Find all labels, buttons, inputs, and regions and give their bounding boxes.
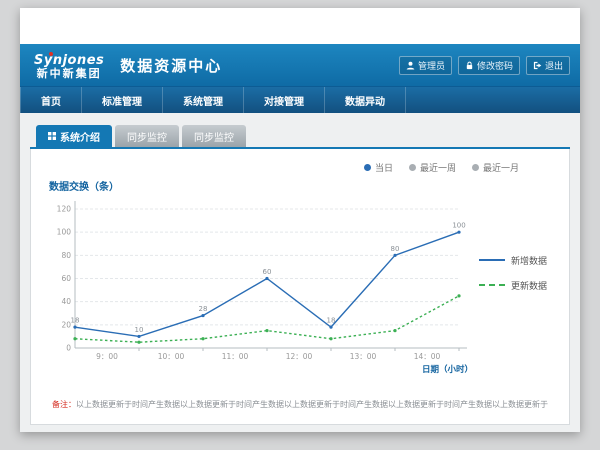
svg-text:28: 28 (199, 305, 208, 313)
content-area: 系统介绍 同步监控 同步监控 当日 最近一周 (20, 113, 580, 432)
y-axis-title: 数据交换（条） (49, 178, 555, 193)
svg-text:9：00: 9：00 (96, 352, 118, 361)
logo: Synjones 新中新集团 (34, 50, 104, 80)
tab-sync-monitor-1[interactable]: 同步监控 (115, 125, 179, 147)
admin-user-button[interactable]: 管理员 (399, 56, 452, 75)
series-legend: 新增数据 更新数据 (479, 254, 547, 292)
grid-icon (48, 132, 56, 140)
svg-text:120: 120 (57, 205, 72, 214)
page-title: 数据资源中心 (120, 55, 222, 76)
svg-text:13：00: 13：00 (350, 352, 377, 361)
footnote-label: 备注： (52, 400, 76, 409)
logout-label: 退出 (545, 59, 563, 72)
svg-text:10：00: 10：00 (158, 352, 185, 361)
svg-text:100: 100 (57, 228, 72, 237)
filter-last-month-label: 最近一月 (483, 161, 519, 174)
lock-icon (465, 61, 474, 70)
series-label-new: 新增数据 (511, 254, 547, 267)
filter-last-week-label: 最近一周 (420, 161, 456, 174)
dot-icon (409, 164, 416, 171)
change-password-button[interactable]: 修改密码 (458, 56, 520, 75)
svg-text:100: 100 (452, 222, 465, 230)
logo-brand-text: Synjones (34, 53, 104, 68)
tab-label: 同步监控 (194, 129, 234, 144)
nav-item-data-change[interactable]: 数据异动 (325, 87, 406, 114)
chart-area: 0204060801001209：0010：0011：0012：0013：001… (45, 193, 555, 378)
logo-brand: Synjones (34, 54, 104, 68)
svg-text:14：00: 14：00 (414, 352, 441, 361)
browser-strip (20, 8, 580, 44)
nav-item-home[interactable]: 首页 (20, 87, 82, 114)
main-nav: 首页 标准管理 系统管理 对接管理 数据异动 (20, 86, 580, 114)
logo-red-dot-icon (49, 52, 53, 56)
footnote-text: 以上数据更新于时间产生数据以上数据更新于时间产生数据以上数据更新于时间产生数据以… (76, 400, 548, 409)
svg-text:0: 0 (66, 344, 71, 353)
series-legend-item-new[interactable]: 新增数据 (479, 254, 547, 267)
svg-text:80: 80 (61, 251, 71, 260)
tab-label: 系统介绍 (60, 129, 100, 144)
svg-text:11：00: 11：00 (222, 352, 249, 361)
change-password-label: 修改密码 (477, 59, 513, 72)
series-legend-item-update[interactable]: 更新数据 (479, 279, 547, 292)
footnote: 备注：以上数据更新于时间产生数据以上数据更新于时间产生数据以上数据更新于时间产生… (43, 399, 557, 410)
svg-text:10: 10 (135, 326, 144, 334)
svg-text:18: 18 (327, 317, 336, 325)
dashed-line-sample-icon (479, 284, 505, 286)
svg-text:80: 80 (391, 245, 400, 253)
filter-last-week[interactable]: 最近一周 (409, 161, 456, 174)
dot-icon (472, 164, 479, 171)
filter-today-label: 当日 (375, 161, 393, 174)
admin-user-label: 管理员 (418, 59, 445, 72)
logout-button[interactable]: 退出 (526, 56, 570, 75)
tab-label: 同步监控 (127, 129, 167, 144)
time-filter-legend: 当日 最近一周 最近一月 (45, 161, 519, 174)
tab-system-intro[interactable]: 系统介绍 (36, 125, 112, 147)
tab-bar: 系统介绍 同步监控 同步监控 (30, 125, 570, 149)
logout-icon (533, 61, 542, 70)
svg-text:60: 60 (263, 268, 272, 276)
svg-text:60: 60 (61, 274, 71, 283)
line-chart: 0204060801001209：0010：0011：0012：0013：001… (45, 193, 475, 378)
logo-subtitle: 新中新集团 (34, 68, 104, 80)
app-header: Synjones 新中新集团 数据资源中心 管理员 修改密码 退出 (20, 44, 580, 86)
filter-today[interactable]: 当日 (364, 161, 393, 174)
svg-text:18: 18 (71, 317, 80, 325)
nav-item-connection-mgmt[interactable]: 对接管理 (244, 87, 325, 114)
svg-text:日期（小时）: 日期（小时） (422, 364, 473, 375)
chart-card: 当日 最近一周 最近一月 数据交换（条） 0204060801001209：00… (30, 149, 570, 425)
tab-sync-monitor-2[interactable]: 同步监控 (182, 125, 246, 147)
header-actions: 管理员 修改密码 退出 (399, 56, 570, 75)
filter-last-month[interactable]: 最近一月 (472, 161, 519, 174)
user-icon (406, 61, 415, 70)
nav-item-standard-mgmt[interactable]: 标准管理 (82, 87, 163, 114)
dot-icon (364, 164, 371, 171)
series-label-update: 更新数据 (511, 279, 547, 292)
nav-item-system-mgmt[interactable]: 系统管理 (163, 87, 244, 114)
solid-line-sample-icon (479, 259, 505, 261)
svg-text:40: 40 (61, 297, 71, 306)
svg-text:12：00: 12：00 (286, 352, 313, 361)
app-window: Synjones 新中新集团 数据资源中心 管理员 修改密码 退出 首页 标准管… (20, 8, 580, 432)
